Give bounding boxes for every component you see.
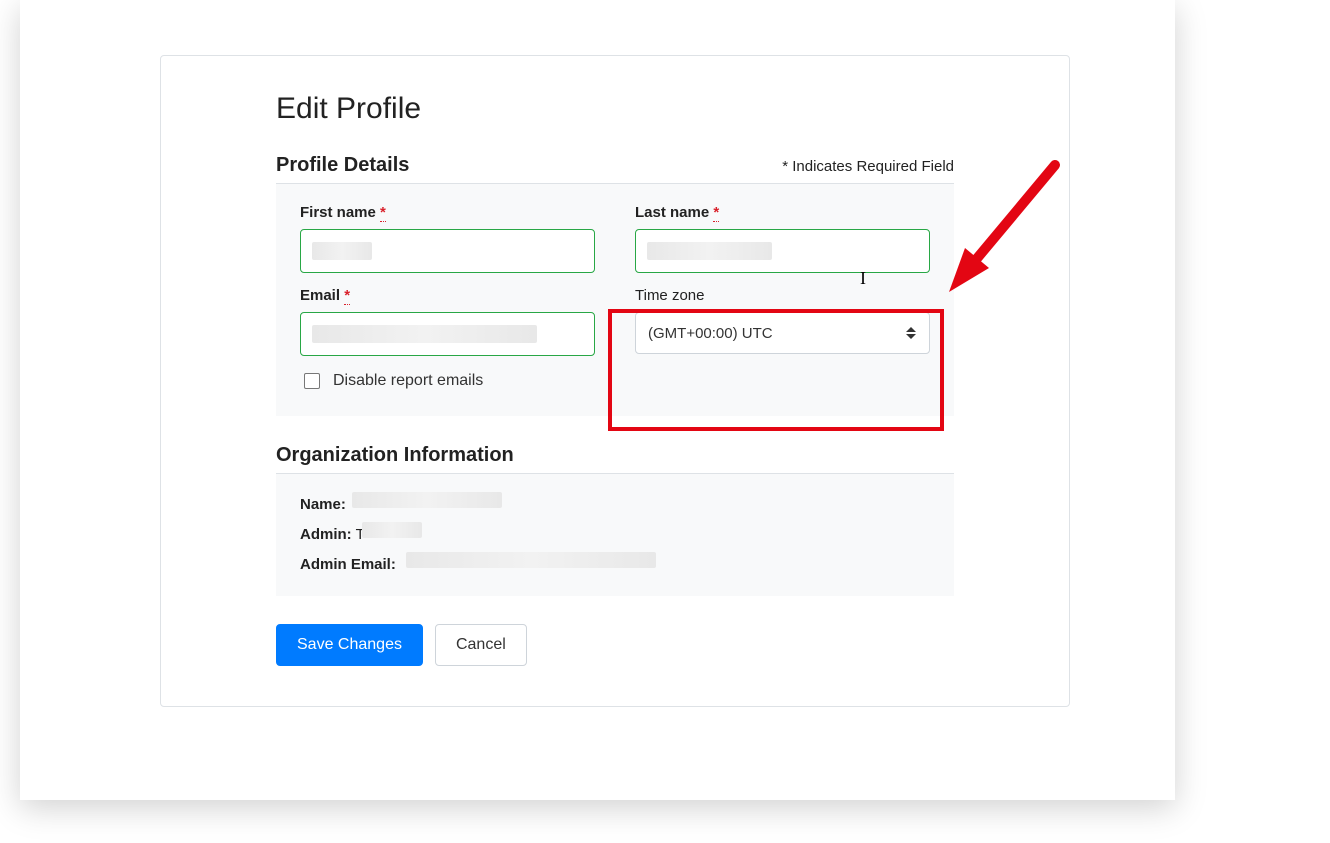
profile-details-panel: First name * Last name *	[276, 184, 954, 416]
last-name-label: Last name *	[635, 204, 930, 221]
disable-emails-label: Disable report emails	[333, 372, 483, 390]
first-name-label-text: First name	[300, 204, 376, 221]
page-container: Edit Profile Profile Details * Indicates…	[20, 0, 1175, 800]
disable-emails-row: Disable report emails	[300, 370, 930, 392]
button-row: Save Changes Cancel	[276, 624, 954, 666]
org-info-panel: Name: Admin: T Admin Email:	[276, 474, 954, 596]
disable-emails-checkbox[interactable]	[304, 373, 320, 389]
required-star-icon: *	[380, 204, 386, 222]
org-admin-email-line: Admin Email:	[300, 550, 930, 580]
org-name-line: Name:	[300, 490, 930, 520]
profile-details-header: Profile Details * Indicates Required Fie…	[276, 154, 954, 184]
email-input[interactable]	[300, 312, 595, 356]
org-admin-value: T	[356, 526, 365, 543]
timezone-select-wrap: (GMT+00:00) UTC	[635, 312, 930, 354]
last-name-label-text: Last name	[635, 204, 709, 221]
required-field-note: * Indicates Required Field	[782, 158, 954, 175]
timezone-label: Time zone	[635, 287, 930, 304]
org-info-heading: Organization Information	[276, 444, 514, 467]
profile-details-heading: Profile Details	[276, 154, 409, 177]
email-label: Email *	[300, 287, 595, 304]
first-name-input[interactable]	[300, 229, 595, 273]
timezone-select[interactable]: (GMT+00:00) UTC	[635, 312, 930, 354]
org-admin-label: Admin:	[300, 526, 352, 543]
edit-profile-card: Edit Profile Profile Details * Indicates…	[160, 55, 1070, 707]
page-title: Edit Profile	[276, 92, 954, 126]
org-info-header: Organization Information	[276, 444, 954, 474]
first-name-label: First name *	[300, 204, 595, 221]
cancel-button[interactable]: Cancel	[435, 624, 527, 666]
last-name-input[interactable]	[635, 229, 930, 273]
email-label-text: Email	[300, 287, 340, 304]
org-admin-email-label: Admin Email:	[300, 556, 396, 573]
org-name-label: Name:	[300, 496, 346, 513]
org-admin-line: Admin: T	[300, 520, 930, 550]
save-button[interactable]: Save Changes	[276, 624, 423, 666]
required-star-icon: *	[713, 204, 719, 222]
required-star-icon: *	[344, 287, 350, 305]
